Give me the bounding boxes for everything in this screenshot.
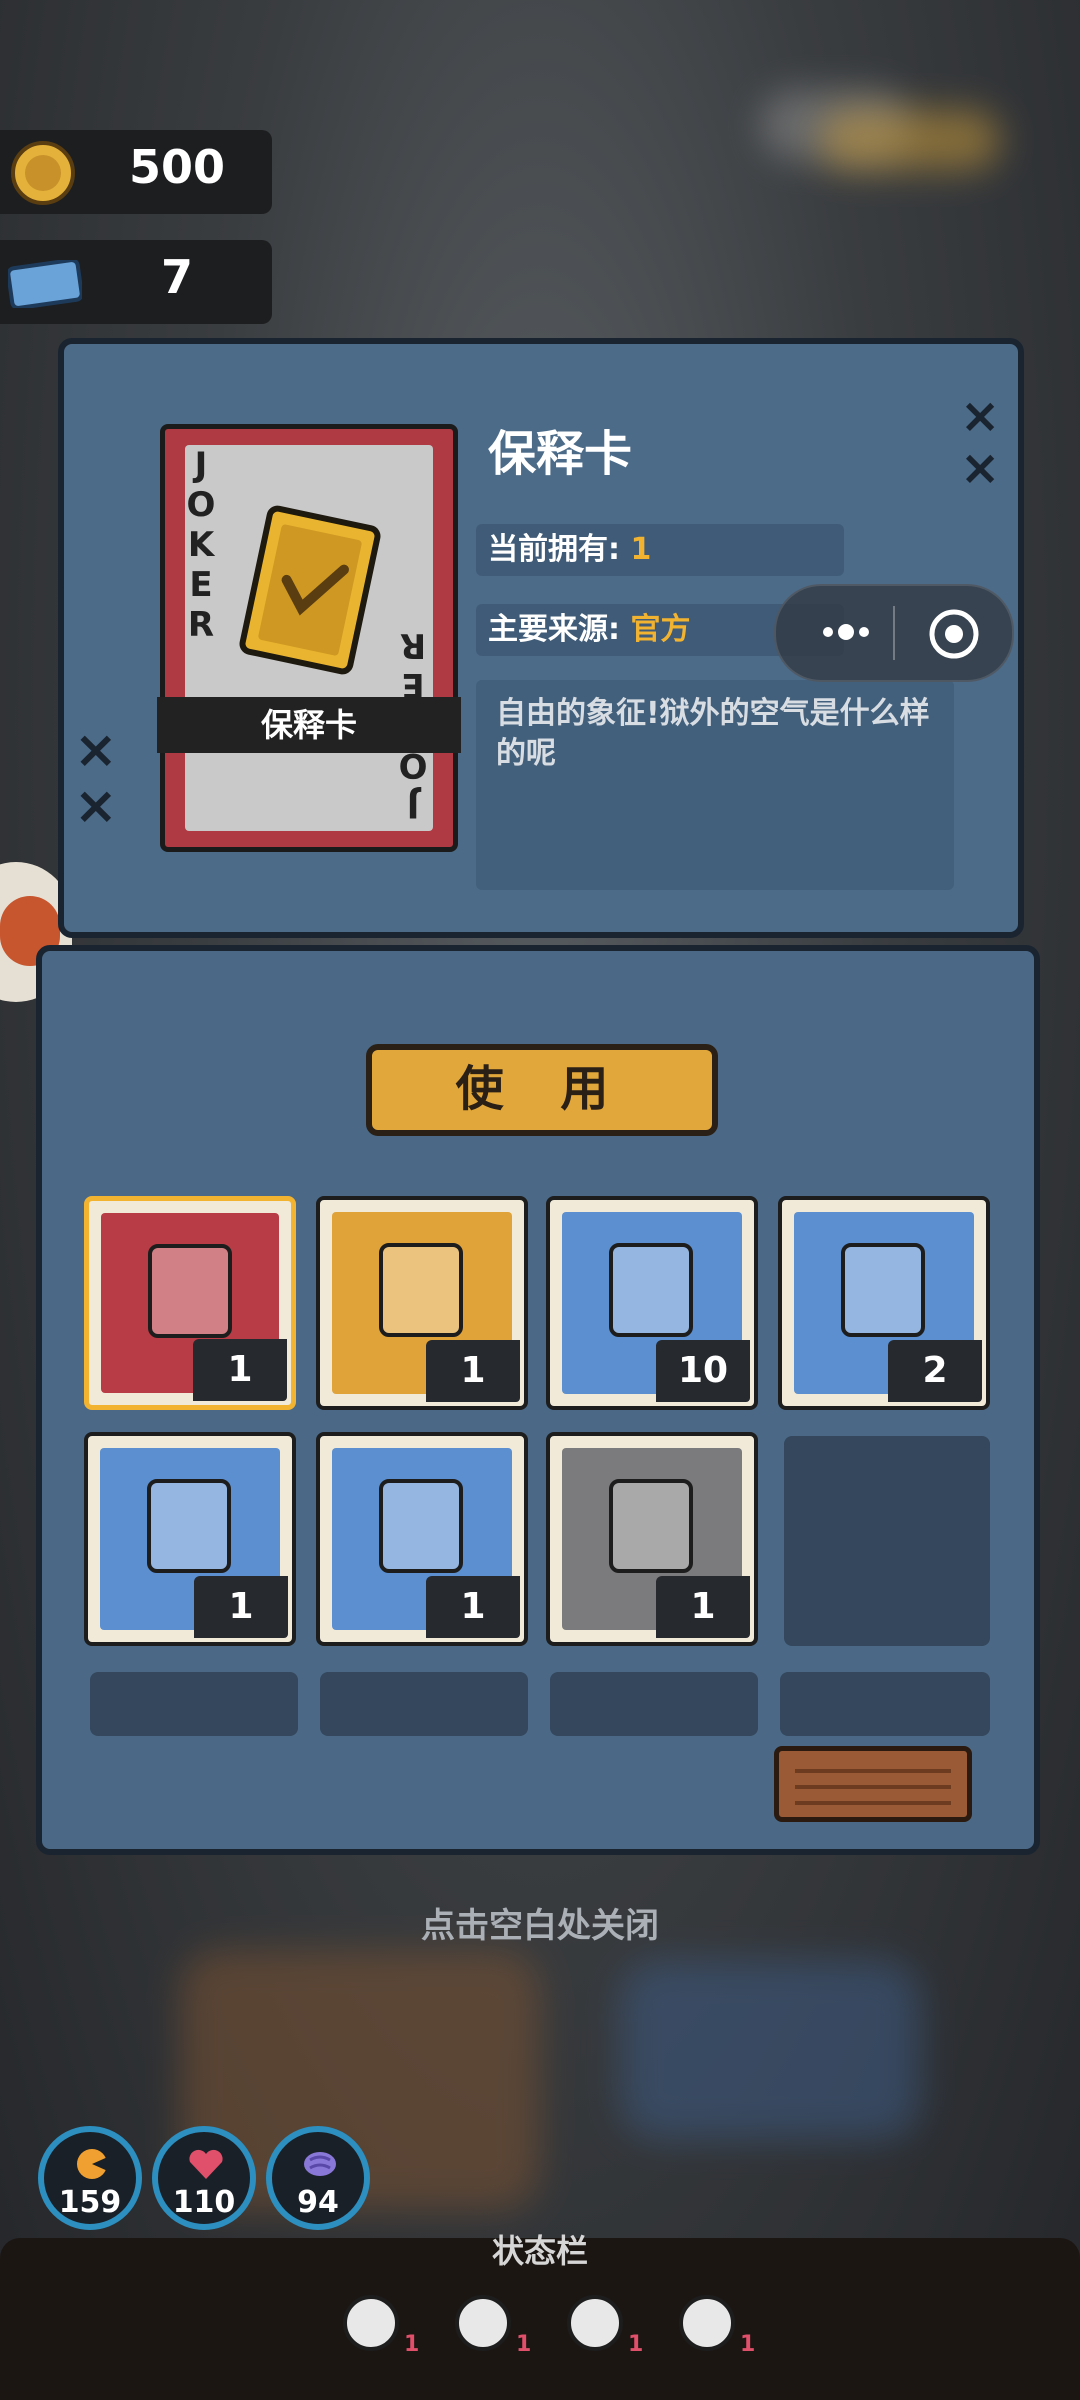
- inventory-slot[interactable]: 1: [84, 1432, 296, 1646]
- food-icon: [77, 2149, 110, 2179]
- use-button[interactable]: 使 用: [366, 1044, 718, 1136]
- background-blur: [620, 1960, 920, 2140]
- target-close-icon: [929, 609, 979, 659]
- inventory-slot[interactable]: 1: [84, 1196, 296, 1410]
- ticket-value: 7: [160, 250, 193, 304]
- inventory-slot[interactable]: 1: [546, 1432, 758, 1646]
- owned-row: 当前拥有: 1: [476, 524, 844, 576]
- red-token-icon: [841, 1243, 925, 1337]
- sanity-value: 94: [297, 2185, 339, 2220]
- inventory-slot[interactable]: 10: [546, 1196, 758, 1410]
- hunger-stat[interactable]: 159: [38, 2126, 142, 2230]
- status-item[interactable]: 1: [448, 2288, 548, 2368]
- brain-icon: [304, 2152, 336, 2176]
- inventory-slot[interactable]: 2: [778, 1196, 990, 1410]
- item-count: 10: [656, 1340, 750, 1402]
- bail-card-icon: [148, 1244, 232, 1338]
- item-count: 1: [656, 1576, 750, 1638]
- status-item-count: 1: [740, 2332, 756, 2357]
- item-count: 1: [426, 1576, 520, 1638]
- bail-card-star-icon: [379, 1243, 463, 1337]
- status-item[interactable]: 1: [672, 2288, 772, 2368]
- coin-counter[interactable]: 500: [0, 130, 272, 214]
- card-joker-text: JOKER: [181, 445, 221, 645]
- status-item-count: 1: [516, 2332, 532, 2357]
- status-bar-title: 状态栏: [491, 2232, 588, 2270]
- coin-value: 500: [128, 140, 226, 194]
- card-label: 保释卡: [157, 697, 461, 753]
- background-blur: [820, 110, 1000, 170]
- item-count: 2: [888, 1340, 982, 1402]
- owned-label: 当前拥有:: [488, 532, 620, 567]
- toilet-paper-icon: [147, 1479, 231, 1573]
- item-count: 1: [194, 1576, 288, 1638]
- item-title: 保释卡: [488, 426, 633, 482]
- owned-value: 1: [630, 532, 652, 567]
- health-stat[interactable]: 110: [152, 2126, 256, 2230]
- heart-icon: [189, 2149, 223, 2179]
- inventory-slot[interactable]: 1: [316, 1196, 528, 1410]
- photo-card-icon: [609, 1243, 693, 1337]
- health-value: 110: [172, 2185, 236, 2220]
- cross-marks-decoration: × ×: [960, 388, 1001, 496]
- cross-marks-decoration: × ×: [74, 720, 118, 836]
- inventory-slot-empty: [90, 1672, 298, 1736]
- document-envelope-icon: [609, 1479, 693, 1573]
- snack-bag-icon: [379, 1479, 463, 1573]
- hunger-value: 159: [58, 2185, 122, 2220]
- item-count: 1: [193, 1339, 287, 1401]
- item-description: 自由的象征!狱外的空气是什么样的呢: [476, 680, 954, 890]
- more-options-button[interactable]: [806, 614, 886, 650]
- sanity-stat[interactable]: 94: [266, 2126, 370, 2230]
- masks-icon: [343, 2295, 399, 2351]
- more-dots-icon: [823, 624, 869, 640]
- flame-hand-icon: [679, 2295, 735, 2351]
- bail-card-icon: [239, 505, 381, 675]
- inventory-slot-empty: [784, 1436, 990, 1646]
- bandage-icon: [455, 2295, 511, 2351]
- status-bar: 状态栏 1 1 1 1: [0, 2232, 1080, 2400]
- tired-person-icon: [567, 2295, 623, 2351]
- wooden-plank-button[interactable]: [774, 1746, 972, 1822]
- ticket-counter[interactable]: 7: [0, 240, 272, 324]
- blue-ticket-icon: [8, 260, 82, 308]
- item-card: JOKER JOKER 保释卡: [157, 424, 461, 852]
- source-value: 官方: [630, 612, 691, 647]
- inventory-slot-empty: [320, 1672, 528, 1736]
- close-program-button[interactable]: [926, 606, 982, 662]
- mini-program-capsule: [774, 584, 1014, 682]
- inventory-slot-empty: [550, 1672, 758, 1736]
- inventory-slot[interactable]: 1: [316, 1432, 528, 1646]
- close-hint: 点击空白处关闭: [421, 1906, 659, 1946]
- gold-coin-icon: [11, 141, 75, 205]
- status-item-count: 1: [404, 2332, 420, 2357]
- item-count: 1: [426, 1340, 520, 1402]
- status-item[interactable]: 1: [336, 2288, 436, 2368]
- source-label: 主要来源:: [488, 612, 620, 647]
- status-item-count: 1: [628, 2332, 644, 2357]
- inventory-slot-empty: [780, 1672, 990, 1736]
- status-item[interactable]: 1: [560, 2288, 660, 2368]
